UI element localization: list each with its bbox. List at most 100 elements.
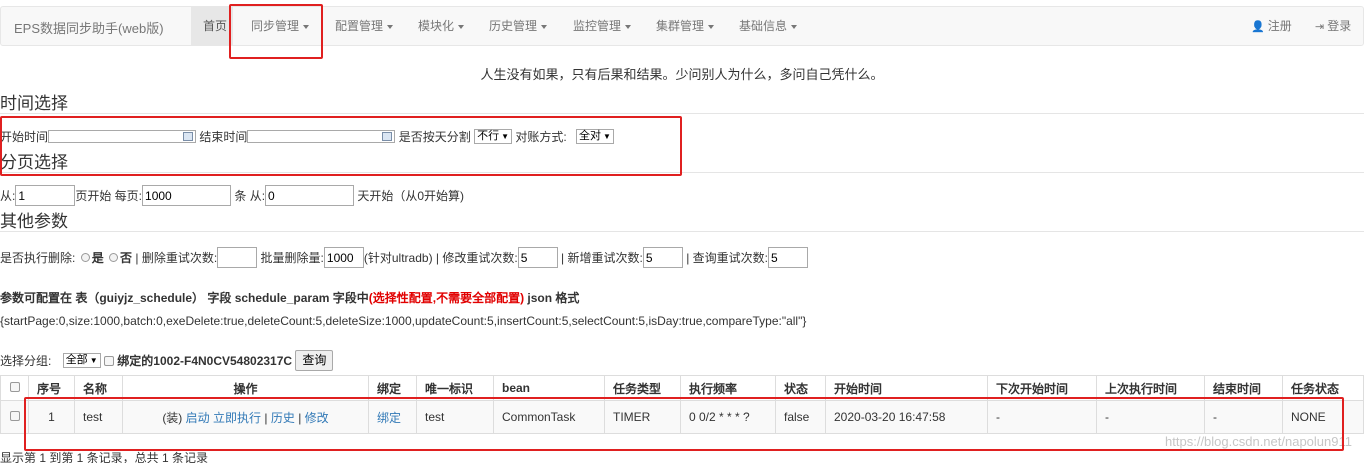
nav-cluster-management[interactable]: 集群管理	[656, 7, 715, 45]
nav-monitor-label: 监控管理	[573, 19, 622, 33]
nav-sync-label: 同步管理	[251, 19, 300, 33]
divider	[0, 172, 1364, 173]
config-note-prefix: 参数可配置在 表（guiyjz_schedule） 字段 schedule_pa…	[0, 291, 369, 305]
col-bean[interactable]: bean	[493, 375, 605, 401]
chevron-down-icon	[387, 24, 394, 29]
exec-delete-no-radio[interactable]	[109, 253, 119, 262]
calendar-icon[interactable]	[382, 132, 393, 141]
calendar-icon[interactable]	[183, 132, 194, 141]
batch-delete-label: 批量删除量:	[260, 251, 324, 265]
task-table: 序号 名称 操作 绑定 唯一标识 bean 任务类型 执行频率 状态 开始时间 …	[0, 375, 1364, 434]
exec-delete-label: 是否执行删除:	[0, 251, 76, 265]
row-index: 1	[28, 400, 75, 434]
col-name[interactable]: 名称	[74, 375, 123, 401]
action-prefix: (装)	[162, 410, 183, 425]
row-name: test	[74, 400, 123, 434]
separator: |	[264, 410, 268, 425]
col-next-start-time[interactable]: 下次开始时间	[987, 375, 1097, 401]
col-bind[interactable]: 绑定	[368, 375, 417, 401]
config-json-example: {startPage:0,size:1000,batch:0,exeDelete…	[0, 314, 807, 328]
split-by-day-value: 不行	[477, 130, 500, 142]
batch-delete-input[interactable]	[323, 247, 364, 268]
register-link[interactable]: 👤 注册	[1251, 7, 1292, 45]
login-link[interactable]: ⇥ 登录	[1315, 7, 1351, 45]
separator: |	[298, 410, 302, 425]
col-start-time[interactable]: 开始时间	[825, 375, 988, 401]
row-bind-cell: 绑定	[368, 400, 417, 434]
nav-history-label: 历史管理	[489, 19, 538, 33]
start-time-label: 开始时间	[0, 130, 49, 144]
other-params-row: 是否执行删除: 是 否 | 删除重试次数: 批量删除量: (针对ultradb) …	[0, 247, 808, 268]
from-page-label: 从:	[0, 189, 16, 203]
nav-config-label: 配置管理	[335, 19, 384, 33]
row-end-time: -	[1204, 400, 1283, 434]
bound-only-checkbox[interactable]	[103, 355, 114, 366]
nav-basic-label: 基础信息	[739, 19, 788, 33]
chevron-down-icon	[541, 24, 548, 29]
chevron-down-icon	[458, 24, 465, 29]
nav-history-management[interactable]: 历史管理	[489, 7, 548, 45]
col-task-status[interactable]: 任务状态	[1282, 375, 1364, 401]
nav-basic-info[interactable]: 基础信息	[739, 7, 798, 45]
nav-config-management[interactable]: 配置管理	[335, 7, 394, 45]
chevron-down-icon	[625, 24, 632, 29]
start-page-input[interactable]	[15, 185, 76, 206]
row-bean: CommonTask	[493, 400, 605, 434]
query-button[interactable]: 查询	[295, 350, 334, 371]
row-status: false	[775, 400, 826, 434]
compare-mode-label: 对账方式:	[515, 130, 567, 144]
row-next-start-time: -	[987, 400, 1097, 434]
nav-modular[interactable]: 模块化	[418, 7, 465, 45]
other-section-title: 其他参数	[0, 212, 68, 231]
row-last-exec-time: -	[1096, 400, 1205, 434]
nav-sync-management[interactable]: 同步管理	[251, 7, 310, 45]
col-index[interactable]: 序号	[28, 375, 75, 401]
col-last-exec-time[interactable]: 上次执行时间	[1096, 375, 1205, 401]
group-select[interactable]: 全部 ▼	[62, 353, 101, 368]
compare-mode-value: 全对	[579, 130, 602, 142]
end-time-input[interactable]	[247, 130, 396, 143]
update-retry-label: (针对ultradb) | 修改重试次数:	[363, 251, 518, 265]
navbar: EPS数据同步助手(web版) 首页 同步管理 配置管理 模块化 历史管理 监控…	[0, 6, 1364, 46]
row-task-type: TIMER	[604, 400, 681, 434]
row-checkbox[interactable]	[9, 411, 20, 421]
nav-cluster-label: 集群管理	[656, 19, 705, 33]
register-label: 注册	[1267, 19, 1292, 33]
chevron-down-icon: ▼	[603, 132, 611, 141]
nav-monitor-management[interactable]: 监控管理	[573, 7, 632, 45]
col-end-time[interactable]: 结束时间	[1204, 375, 1283, 401]
col-cron[interactable]: 执行频率	[680, 375, 776, 401]
config-note-suffix: json 格式	[524, 291, 580, 305]
compare-mode-select[interactable]: 全对 ▼	[576, 129, 614, 144]
start-time-input[interactable]	[48, 130, 197, 143]
split-by-day-label: 是否按天分割	[398, 130, 471, 144]
page-section-title: 分页选择	[0, 153, 68, 172]
from-day-label: 条 从:	[234, 189, 266, 203]
start-link[interactable]: 启动	[186, 411, 210, 425]
edit-link[interactable]: 修改	[305, 411, 329, 425]
bind-link[interactable]: 绑定	[377, 411, 401, 425]
row-task-status: NONE	[1282, 400, 1364, 434]
page-size-input[interactable]	[142, 185, 232, 206]
brand-title[interactable]: EPS数据同步助手(web版)	[14, 18, 164, 37]
row-select-cell	[0, 400, 29, 434]
delete-retry-input[interactable]	[217, 247, 258, 268]
start-day-input[interactable]	[265, 185, 355, 206]
split-by-day-select[interactable]: 不行 ▼	[474, 129, 512, 144]
select-all-checkbox[interactable]	[9, 382, 20, 392]
insert-retry-input[interactable]	[642, 247, 683, 268]
config-note-warning: (选择性配置,不需要全部配置)	[368, 291, 525, 305]
run-now-link[interactable]: 立即执行	[213, 411, 261, 425]
col-uid[interactable]: 唯一标识	[416, 375, 494, 401]
chevron-down-icon	[303, 24, 310, 29]
exec-delete-yes-radio[interactable]	[80, 253, 90, 262]
config-note: 参数可配置在 表（guiyjz_schedule） 字段 schedule_pa…	[0, 289, 579, 306]
history-link[interactable]: 历史	[271, 411, 295, 425]
col-status[interactable]: 状态	[775, 375, 826, 401]
paging-row: 从: 页开始 每页: 条 从: 天开始（从0开始算)	[0, 185, 464, 206]
select-retry-input[interactable]	[767, 247, 808, 268]
col-task-type[interactable]: 任务类型	[604, 375, 681, 401]
chevron-down-icon: ▼	[501, 132, 509, 141]
update-retry-input[interactable]	[517, 247, 558, 268]
nav-home[interactable]: 首页	[191, 7, 233, 45]
